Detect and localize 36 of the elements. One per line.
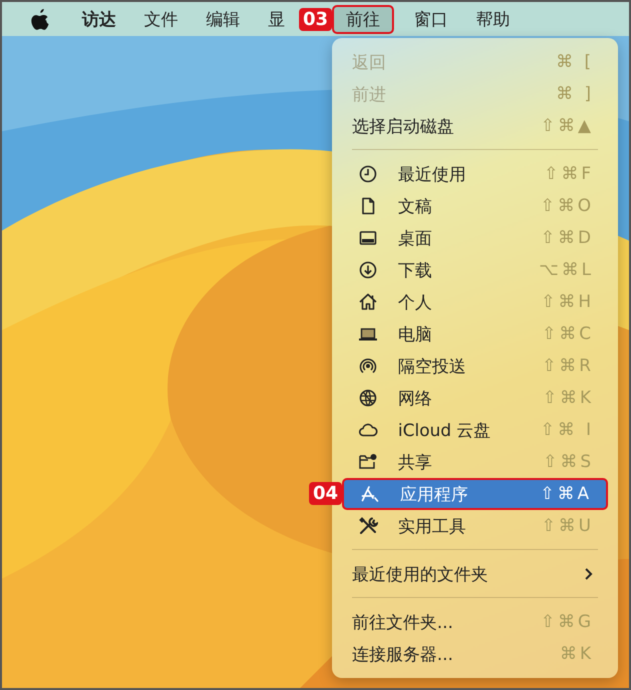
menu-bar-item[interactable]: 前往	[332, 4, 394, 34]
menu-item[interactable]: 前往文件夹... ⇧⌘G	[342, 606, 608, 638]
menu-bar-item[interactable]: 显	[260, 4, 293, 34]
menu-item[interactable]: 最近使用 ⇧⌘F	[342, 158, 608, 190]
menu-item[interactable]: 最近使用的文件夹	[342, 558, 608, 590]
menu-item[interactable]: 文稿 ⇧⌘O	[342, 190, 608, 222]
download-icon	[358, 260, 378, 280]
airdrop-icon	[358, 356, 378, 376]
tools-icon	[358, 516, 378, 536]
chevron-right-icon	[584, 567, 594, 581]
apple-logo-icon[interactable]	[30, 8, 50, 30]
menu-item[interactable]: 共享 ⇧⌘S	[342, 446, 608, 478]
menu-bar-item[interactable]: 文件	[136, 4, 186, 34]
globe-icon	[358, 388, 378, 408]
house-icon	[358, 292, 378, 312]
menu-item[interactable]: 网络 ⇧⌘K	[342, 382, 608, 414]
menu-item[interactable]: 隔空投送 ⇧⌘R	[342, 350, 608, 382]
menu-bar-item[interactable]: 帮助	[468, 4, 518, 34]
callout-badge: 04	[309, 482, 342, 505]
menu-item[interactable]: iCloud 云盘 ⇧⌘ I	[342, 414, 608, 446]
menu-bar-item[interactable]: 编辑	[198, 4, 248, 34]
menu-item[interactable]: 应用程序 ⇧⌘A	[342, 478, 608, 510]
menu-item[interactable]: 桌面 ⇧⌘D	[342, 222, 608, 254]
clock-icon	[358, 164, 378, 184]
menu-item[interactable]: 连接服务器... ⌘K	[342, 638, 608, 670]
app-store-icon	[360, 484, 380, 504]
menu-item[interactable]: 选择启动磁盘 ⇧⌘▲	[342, 110, 608, 142]
menu-item[interactable]: 个人 ⇧⌘H	[342, 286, 608, 318]
menu-bar-item[interactable]: 窗口	[406, 4, 456, 34]
menu-item[interactable]: 下载 ⌥⌘L	[342, 254, 608, 286]
menu-bar-item[interactable]: 访达	[74, 4, 124, 34]
menu-item[interactable]: 电脑 ⇧⌘C	[342, 318, 608, 350]
desktop-icon	[358, 228, 378, 248]
shared-folder-icon	[358, 452, 378, 472]
menu-item[interactable]: 实用工具 ⇧⌘U	[342, 510, 608, 542]
callout-badge: 03	[299, 8, 332, 30]
